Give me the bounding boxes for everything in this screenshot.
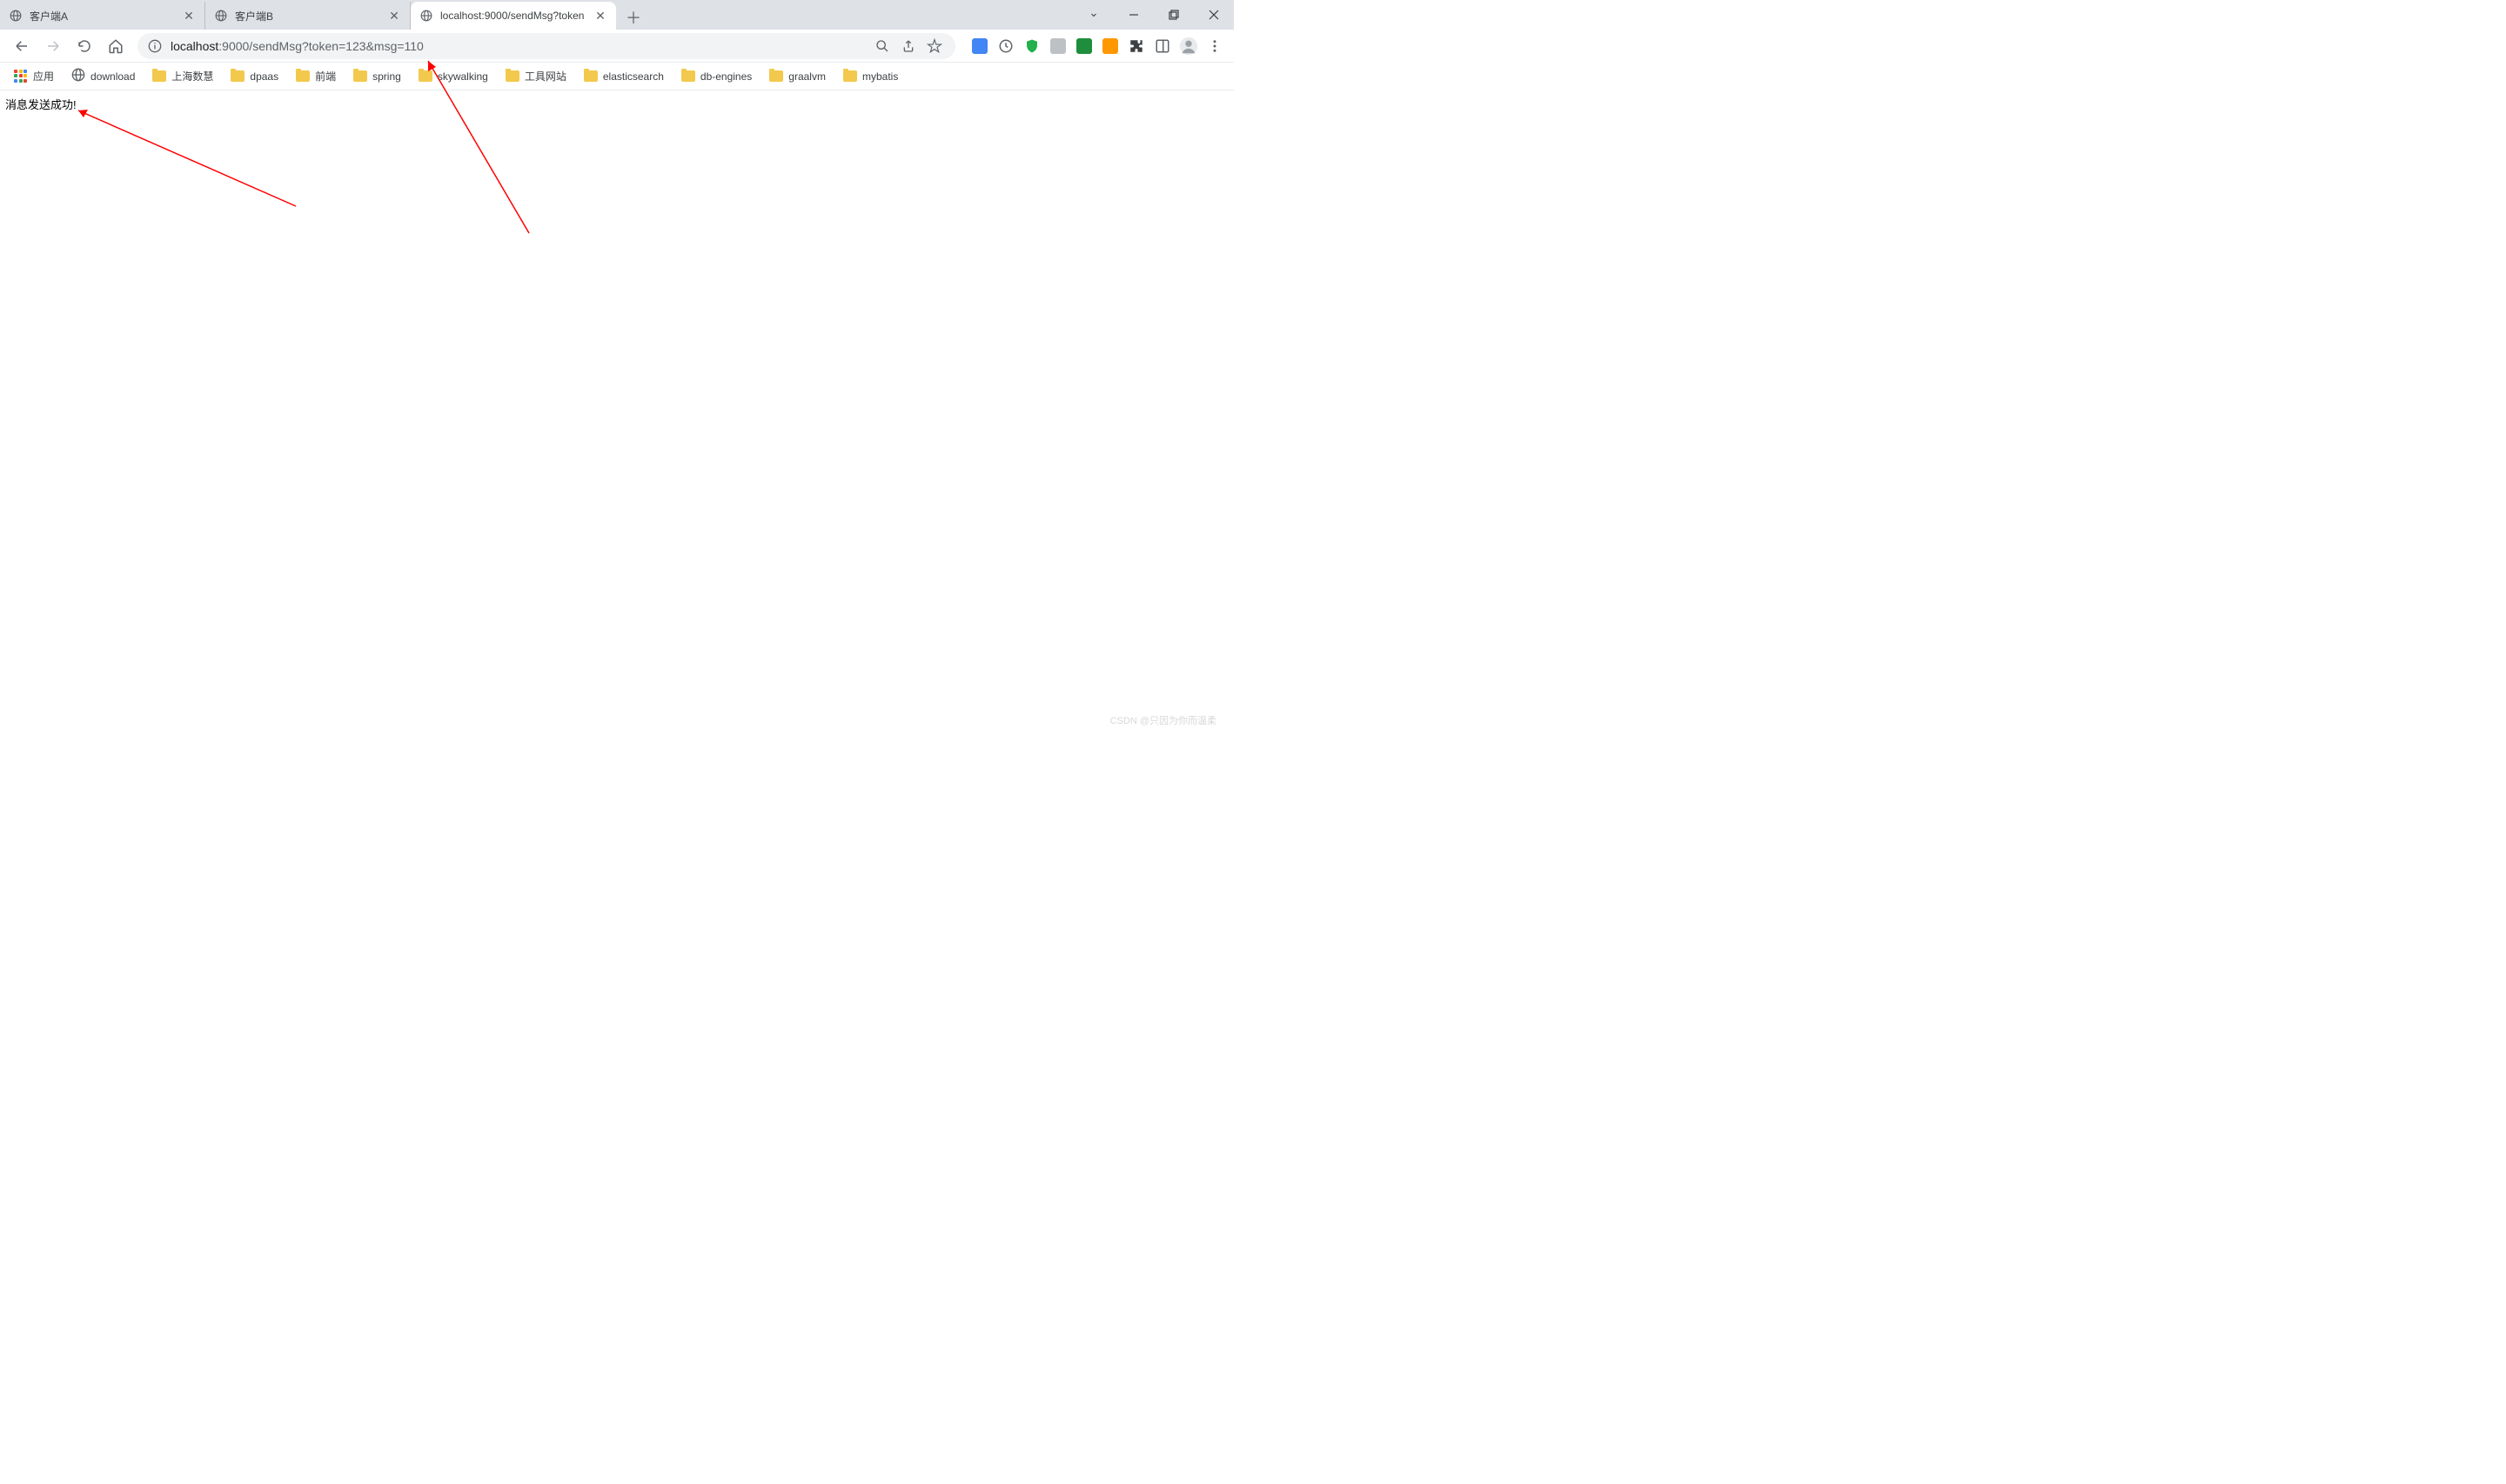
- bookmark-folder[interactable]: mybatis: [836, 67, 905, 86]
- bookmark-label: 前端: [315, 69, 336, 84]
- bookmark-label: dpaas: [250, 70, 278, 83]
- panel-extension-icon[interactable]: [1150, 34, 1175, 58]
- puzzle-extension-icon[interactable]: [1124, 34, 1149, 58]
- bookmark-folder[interactable]: dpaas: [224, 67, 285, 86]
- url-text: localhost:9000/sendMsg?token=123&msg=110: [171, 39, 424, 53]
- folder-icon: [353, 70, 367, 82]
- tab-sendmsg[interactable]: localhost:9000/sendMsg?token ✕: [411, 2, 616, 30]
- bookmark-folder[interactable]: graalvm: [762, 67, 833, 86]
- folder-icon: [843, 70, 857, 82]
- tab-title: 客户端B: [235, 9, 380, 23]
- window-controls: [1081, 0, 1234, 30]
- address-bar[interactable]: localhost:9000/sendMsg?token=123&msg=110: [137, 33, 955, 59]
- bookmark-folder[interactable]: elasticsearch: [577, 67, 671, 86]
- bookmark-label: 上海数慧: [171, 69, 213, 84]
- search-icon[interactable]: [870, 34, 895, 58]
- folder-icon: [152, 70, 166, 82]
- back-button[interactable]: [7, 33, 37, 59]
- close-icon[interactable]: ✕: [182, 9, 196, 23]
- page-content: 消息发送成功!: [0, 90, 1234, 117]
- chevron-down-icon[interactable]: [1081, 0, 1107, 30]
- maximize-button[interactable]: [1154, 0, 1194, 30]
- extension-icons: [968, 34, 1227, 58]
- bookmark-label: graalvm: [788, 70, 826, 83]
- home-button[interactable]: [101, 33, 131, 59]
- tab-title: 客户端A: [30, 9, 175, 23]
- bookmarks-bar: 应用 download 上海数慧 dpaas 前端 spring skywalk…: [0, 63, 1234, 90]
- folder-icon: [769, 70, 783, 82]
- bookmark-label: elasticsearch: [603, 70, 664, 83]
- bookmark-folder[interactable]: skywalking: [412, 67, 495, 86]
- green-extension-icon[interactable]: [1072, 34, 1096, 58]
- profile-avatar-icon[interactable]: [1176, 34, 1201, 58]
- apps-grid-icon: [14, 70, 28, 84]
- bookmark-label: skywalking: [438, 70, 488, 83]
- tab-client-b[interactable]: 客户端B ✕: [205, 2, 411, 30]
- folder-icon: [584, 70, 598, 82]
- bookmark-folder[interactable]: 上海数慧: [145, 65, 220, 87]
- close-icon[interactable]: ✕: [387, 9, 401, 23]
- response-body-text: 消息发送成功!: [5, 98, 77, 111]
- tab-strip: 客户端A ✕ 客户端B ✕ localhost:9000/sendMsg?tok…: [0, 0, 1234, 30]
- bookmark-folder[interactable]: spring: [346, 67, 408, 86]
- gray-extension-icon[interactable]: [1046, 34, 1070, 58]
- close-window-button[interactable]: [1194, 0, 1234, 30]
- bookmark-label: 工具网站: [525, 69, 566, 84]
- folder-icon: [231, 70, 245, 82]
- folder-icon: [296, 70, 310, 82]
- apps-shortcut[interactable]: 应用: [7, 65, 61, 87]
- bookmark-label: download: [90, 70, 135, 83]
- forward-button[interactable]: [38, 33, 68, 59]
- tab-title: localhost:9000/sendMsg?token: [440, 10, 586, 22]
- omnibox-actions: [870, 34, 947, 58]
- menu-icon[interactable]: [1203, 34, 1227, 58]
- toolbar: localhost:9000/sendMsg?token=123&msg=110: [0, 30, 1234, 63]
- globe-icon: [71, 68, 85, 84]
- bookmark-folder[interactable]: 工具网站: [499, 65, 573, 87]
- watermark-text: CSDN @只因为你而温柔: [1110, 713, 1216, 727]
- translate-extension-icon[interactable]: [968, 34, 992, 58]
- globe-icon: [9, 9, 23, 23]
- share-icon[interactable]: [896, 34, 921, 58]
- clock-extension-icon[interactable]: [994, 34, 1018, 58]
- folder-icon: [506, 70, 519, 82]
- orange-extension-icon[interactable]: [1098, 34, 1122, 58]
- globe-icon: [214, 9, 228, 23]
- globe-icon: [419, 9, 433, 23]
- shield-extension-icon[interactable]: [1020, 34, 1044, 58]
- bookmark-star-icon[interactable]: [922, 34, 947, 58]
- bookmark-folder[interactable]: 前端: [289, 65, 343, 87]
- minimize-button[interactable]: [1114, 0, 1154, 30]
- new-tab-button[interactable]: ＋: [621, 5, 646, 30]
- bookmark-download[interactable]: download: [64, 64, 142, 88]
- bookmark-label: mybatis: [862, 70, 898, 83]
- apps-label: 应用: [33, 69, 54, 84]
- bookmark-label: spring: [372, 70, 401, 83]
- close-icon[interactable]: ✕: [593, 9, 607, 23]
- folder-icon: [419, 70, 432, 82]
- site-info-icon[interactable]: [146, 37, 164, 55]
- reload-button[interactable]: [70, 33, 99, 59]
- tab-client-a[interactable]: 客户端A ✕: [0, 2, 205, 30]
- folder-icon: [681, 70, 695, 82]
- bookmark-label: db-engines: [700, 70, 752, 83]
- bookmark-folder[interactable]: db-engines: [674, 67, 759, 86]
